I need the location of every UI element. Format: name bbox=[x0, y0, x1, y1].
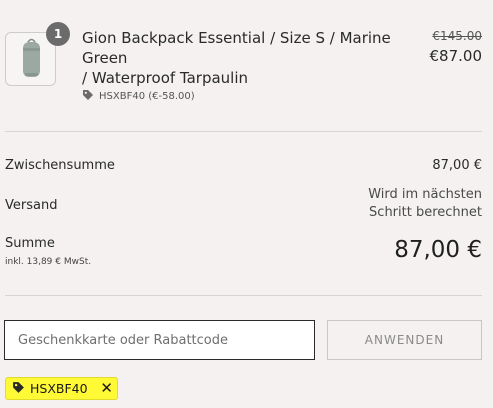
discount-code-input[interactable] bbox=[4, 320, 315, 360]
total-label: Summe bbox=[5, 236, 55, 251]
divider bbox=[5, 131, 482, 132]
shipping-value-line1: Wird im nächsten bbox=[368, 187, 482, 202]
tag-icon bbox=[82, 89, 94, 105]
original-price: €145.00 bbox=[432, 29, 482, 43]
divider bbox=[5, 295, 482, 296]
applied-discount-chip: HSXBF40 ✕ bbox=[5, 377, 118, 400]
product-title-line2: / Waterproof Tarpaulin bbox=[82, 69, 249, 87]
tag-icon bbox=[12, 381, 25, 397]
apply-discount-button[interactable]: ANWENDEN bbox=[327, 320, 482, 360]
tax-note: inkl. 13,89 € MwSt. bbox=[5, 257, 92, 267]
subtotal-value: 87,00 € bbox=[432, 158, 482, 173]
shipping-value: Wird im nächsten Schritt berechnet bbox=[368, 186, 482, 222]
total-value: 87,00 € bbox=[394, 237, 482, 263]
remove-code-icon[interactable]: ✕ bbox=[100, 381, 113, 396]
quantity-badge: 1 bbox=[46, 22, 70, 46]
shipping-value-line2: Schritt berechnet bbox=[369, 205, 482, 220]
subtotal-label: Zwischensumme bbox=[5, 158, 115, 173]
product-title-line1: Gion Backpack Essential / Size S / Marin… bbox=[82, 29, 391, 67]
shipping-label: Versand bbox=[5, 198, 58, 213]
applied-code-label: HSXBF40 bbox=[30, 381, 88, 396]
product-title: Gion Backpack Essential / Size S / Marin… bbox=[82, 28, 422, 88]
sale-price: €87.00 bbox=[429, 47, 483, 65]
item-discount-tag: HSXBF40 (€-58.00) bbox=[82, 89, 195, 105]
item-discount-text: HSXBF40 (€-58.00) bbox=[99, 91, 195, 102]
